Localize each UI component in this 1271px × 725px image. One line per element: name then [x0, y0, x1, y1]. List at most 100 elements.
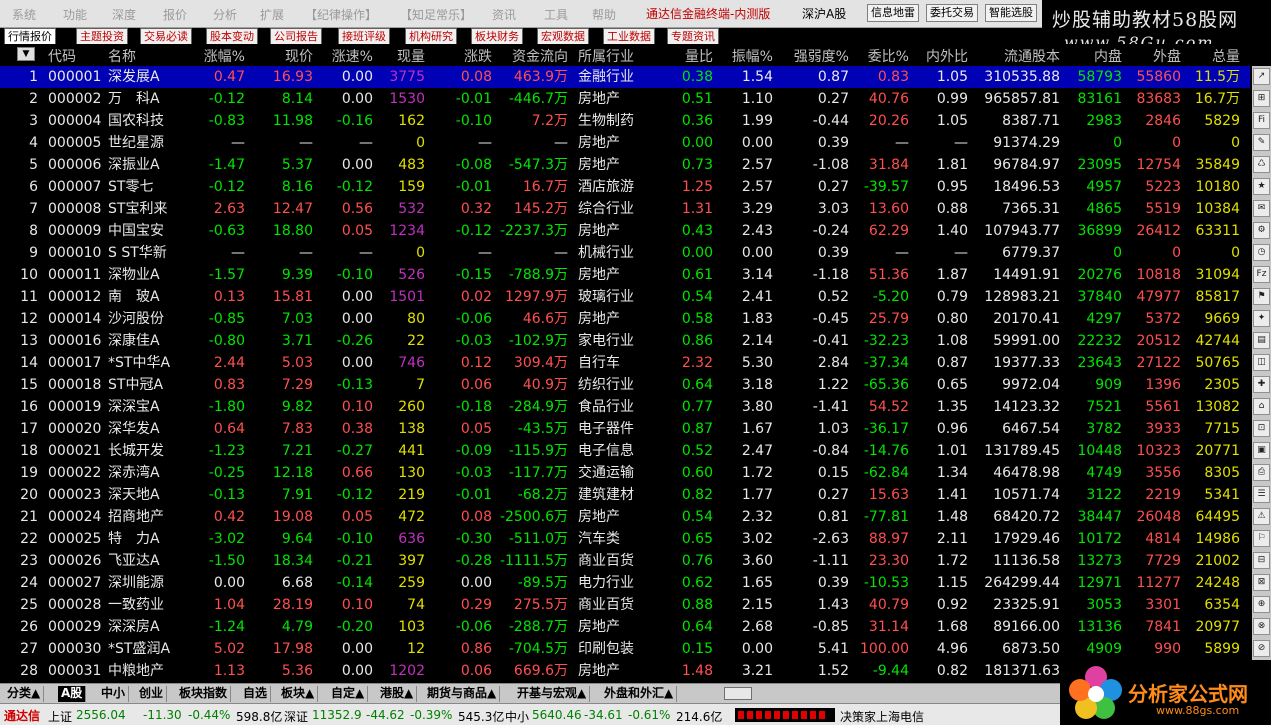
menu-item-7[interactable]: 【知足常乐】: [400, 6, 472, 23]
tab-6[interactable]: 机构研究: [405, 28, 457, 44]
toolbar-icon-11[interactable]: ✦: [1253, 310, 1270, 327]
table-row[interactable]: 5 000006 深振业A -1.47 5.37 0.00 483 -0.08 -547.3万房…: [0, 154, 1250, 176]
bottom-tab-5[interactable]: 自选: [240, 686, 272, 702]
col-header-13[interactable]: 内外比: [926, 46, 968, 66]
table-row[interactable]: 8 000009 中国宝安 -0.63 18.80 0.05 1234 -0.12 -2237.…: [0, 220, 1250, 242]
toolbar-icon-6[interactable]: ✉: [1253, 200, 1270, 217]
toolbar-icon-15[interactable]: ⌂: [1253, 398, 1270, 415]
col-header-14[interactable]: 流通股本: [1004, 46, 1060, 66]
tab-7[interactable]: 板块财务: [471, 28, 523, 44]
toolbar-icon-25[interactable]: ⊗: [1253, 618, 1270, 635]
table-row[interactable]: 24 000027 深圳能源 0.00 6.68 -0.14 259 0.00 -89.5万 电力…: [0, 572, 1250, 594]
table-row[interactable]: 11 000012 南 玻A 0.13 15.81 0.00 1501 0.02 1297.9万…: [0, 286, 1250, 308]
toolbar-icon-21[interactable]: ⚐: [1253, 530, 1270, 547]
table-row[interactable]: 21 000024 招商地产 0.42 19.08 0.05 472 0.08 -2500.6万…: [0, 506, 1250, 528]
col-header-10[interactable]: 振幅%: [732, 46, 773, 66]
menu-item-3[interactable]: 报价: [163, 6, 187, 23]
col-header-2[interactable]: 涨幅%: [204, 46, 245, 66]
table-row[interactable]: 17 000020 深华发A 0.64 7.83 0.38 138 0.05 -43.5万 电子器…: [0, 418, 1250, 440]
table-row[interactable]: 14 000017 *ST中华A 2.44 5.03 0.00 746 0.12 309.4万自…: [0, 352, 1250, 374]
toolbar-icon-3[interactable]: ✎: [1253, 134, 1270, 151]
table-row[interactable]: 12 000014 沙河股份 -0.85 7.03 0.00 80 -0.06 46.6万 房地产…: [0, 308, 1250, 330]
toolbar-icon-13[interactable]: ◫: [1253, 354, 1270, 371]
table-row[interactable]: 15 000018 ST中冠A 0.83 7.29 -0.13 7 0.06 40.9万 纺织行业…: [0, 374, 1250, 396]
menu-item-4[interactable]: 分析: [213, 6, 237, 23]
toolbar-icon-19[interactable]: ☰: [1253, 486, 1270, 503]
menu-button-0[interactable]: 信息地雷: [867, 4, 919, 22]
bottom-tab-9[interactable]: 期货与商品▲: [424, 686, 501, 702]
bottom-tab-8[interactable]: 港股▲: [377, 686, 418, 702]
bottom-tab-0[interactable]: 分类▲: [4, 686, 45, 702]
tab-5[interactable]: 接班评级: [338, 28, 390, 44]
toolbar-icon-4[interactable]: ♺: [1253, 156, 1270, 173]
bottom-tab-10[interactable]: 开基与宏观▲: [514, 686, 591, 702]
toolbar-icon-18[interactable]: ⎙: [1253, 464, 1270, 481]
toolbar-icon-7[interactable]: ⚙: [1253, 222, 1270, 239]
sort-menu-button[interactable]: ▼: [17, 47, 35, 61]
col-header-12[interactable]: 委比%: [868, 46, 909, 66]
menu-item-1[interactable]: 功能: [63, 6, 87, 23]
col-header-16[interactable]: 外盘: [1153, 46, 1181, 66]
col-header-8[interactable]: 所属行业: [578, 46, 634, 66]
toolbar-icon-0[interactable]: ↗: [1253, 68, 1270, 85]
menu-item-0[interactable]: 系统: [12, 6, 36, 23]
tab-1[interactable]: 主题投资: [76, 28, 128, 44]
toolbar-icon-14[interactable]: ✚: [1253, 376, 1270, 393]
menu-item-5[interactable]: 扩展: [260, 6, 284, 23]
bottom-tab-2[interactable]: 中小: [98, 686, 130, 702]
tab-0[interactable]: 行情报价: [4, 28, 56, 44]
toolbar-icon-9[interactable]: Fz: [1253, 266, 1270, 283]
col-header-15[interactable]: 内盘: [1094, 46, 1122, 66]
menu-item-6[interactable]: 【纪律操作】: [305, 6, 377, 23]
table-row[interactable]: 4 000005 世纪星源 — — — 0 — — 房地产 0.00 0.00 0.39 — — 91374.…: [0, 132, 1250, 154]
menu-button-2[interactable]: 智能选股: [985, 4, 1037, 22]
tab-8[interactable]: 宏观数据: [537, 28, 589, 44]
toolbar-icon-24[interactable]: ⊕: [1253, 596, 1270, 613]
table-row[interactable]: 2 000002 万 科A -0.12 8.14 0.00 1530 -0.01 -446.7万…: [0, 88, 1250, 110]
menu-item-2[interactable]: 深度: [112, 6, 136, 23]
col-header-5[interactable]: 现量: [397, 46, 425, 66]
toolbar-icon-12[interactable]: ▤: [1253, 332, 1270, 349]
tab-9[interactable]: 工业数据: [603, 28, 655, 44]
toolbar-icon-2[interactable]: Fi: [1253, 112, 1270, 129]
toolbar-icon-26[interactable]: ⊘: [1253, 640, 1270, 657]
table-row[interactable]: 16 000019 深深宝A -1.80 9.82 0.10 260 -0.18 -284.9万…: [0, 396, 1250, 418]
menu-button-1[interactable]: 委托交易: [926, 4, 978, 22]
table-row[interactable]: 19 000022 深赤湾A -0.25 12.18 0.66 130 -0.03 -117.7…: [0, 462, 1250, 484]
table-row[interactable]: 10 000011 深物业A -1.57 9.39 -0.10 526 -0.15 -788.9…: [0, 264, 1250, 286]
table-row[interactable]: 3 000004 国农科技 -0.83 11.98 -0.16 162 -0.10 7.2万 生物…: [0, 110, 1250, 132]
bottom-tab-1[interactable]: A股: [58, 686, 87, 702]
table-row[interactable]: 22 000025 特 力A -3.02 9.64 -0.10 636 -0.30 -511.0…: [0, 528, 1250, 550]
col-header-3[interactable]: 现价: [285, 46, 313, 66]
table-row[interactable]: 18 000021 长城开发 -1.23 7.21 -0.27 441 -0.09 -115.9…: [0, 440, 1250, 462]
horizontal-scrollbar[interactable]: [724, 687, 752, 700]
tab-10[interactable]: 专题资讯: [667, 28, 719, 44]
toolbar-icon-22[interactable]: ⊟: [1253, 552, 1270, 569]
tab-2[interactable]: 交易必读: [140, 28, 192, 44]
col-header-6[interactable]: 涨跌: [464, 46, 492, 66]
table-row[interactable]: 26 000029 深深房A -1.24 4.79 -0.20 103 -0.06 -288.7…: [0, 616, 1250, 638]
bottom-tab-4[interactable]: 板块指数: [176, 686, 232, 702]
toolbar-icon-1[interactable]: ⊞: [1253, 90, 1270, 107]
menu-item-9[interactable]: 工具: [544, 6, 568, 23]
toolbar-icon-17[interactable]: ▣: [1253, 442, 1270, 459]
toolbar-icon-10[interactable]: ⚑: [1253, 288, 1270, 305]
col-header-17[interactable]: 总量: [1212, 46, 1240, 66]
table-row[interactable]: 23 000026 飞亚达A -1.50 18.34 -0.21 397 -0.28 -1111…: [0, 550, 1250, 572]
menu-item-8[interactable]: 资讯: [492, 6, 516, 23]
col-header-0[interactable]: 代码: [48, 46, 76, 66]
bottom-tab-3[interactable]: 创业: [136, 686, 168, 702]
market-label[interactable]: 深沪A股: [802, 5, 846, 22]
toolbar-icon-23[interactable]: ⊠: [1253, 574, 1270, 591]
col-header-4[interactable]: 涨速%: [332, 46, 373, 66]
toolbar-icon-20[interactable]: ⚠: [1253, 508, 1270, 525]
col-header-11[interactable]: 强弱度%: [794, 46, 849, 66]
table-row[interactable]: 20 000023 深天地A -0.13 7.91 -0.12 219 -0.01 -68.2万…: [0, 484, 1250, 506]
toolbar-icon-16[interactable]: ⊡: [1253, 420, 1270, 437]
table-row[interactable]: 6 000007 ST零七 -0.12 8.16 -0.12 159 -0.01 16.7万 酒店…: [0, 176, 1250, 198]
col-header-7[interactable]: 资金流向: [512, 46, 568, 66]
menu-item-10[interactable]: 帮助: [592, 6, 616, 23]
bottom-tab-11[interactable]: 外盘和外汇▲: [601, 686, 678, 702]
table-row[interactable]: 7 000008 ST宝利来 2.63 12.47 0.56 532 0.32 145.2万 综合…: [0, 198, 1250, 220]
table-row[interactable]: 27 000030 *ST盛润A 5.02 17.98 0.00 12 0.86 -704.5万…: [0, 638, 1250, 660]
